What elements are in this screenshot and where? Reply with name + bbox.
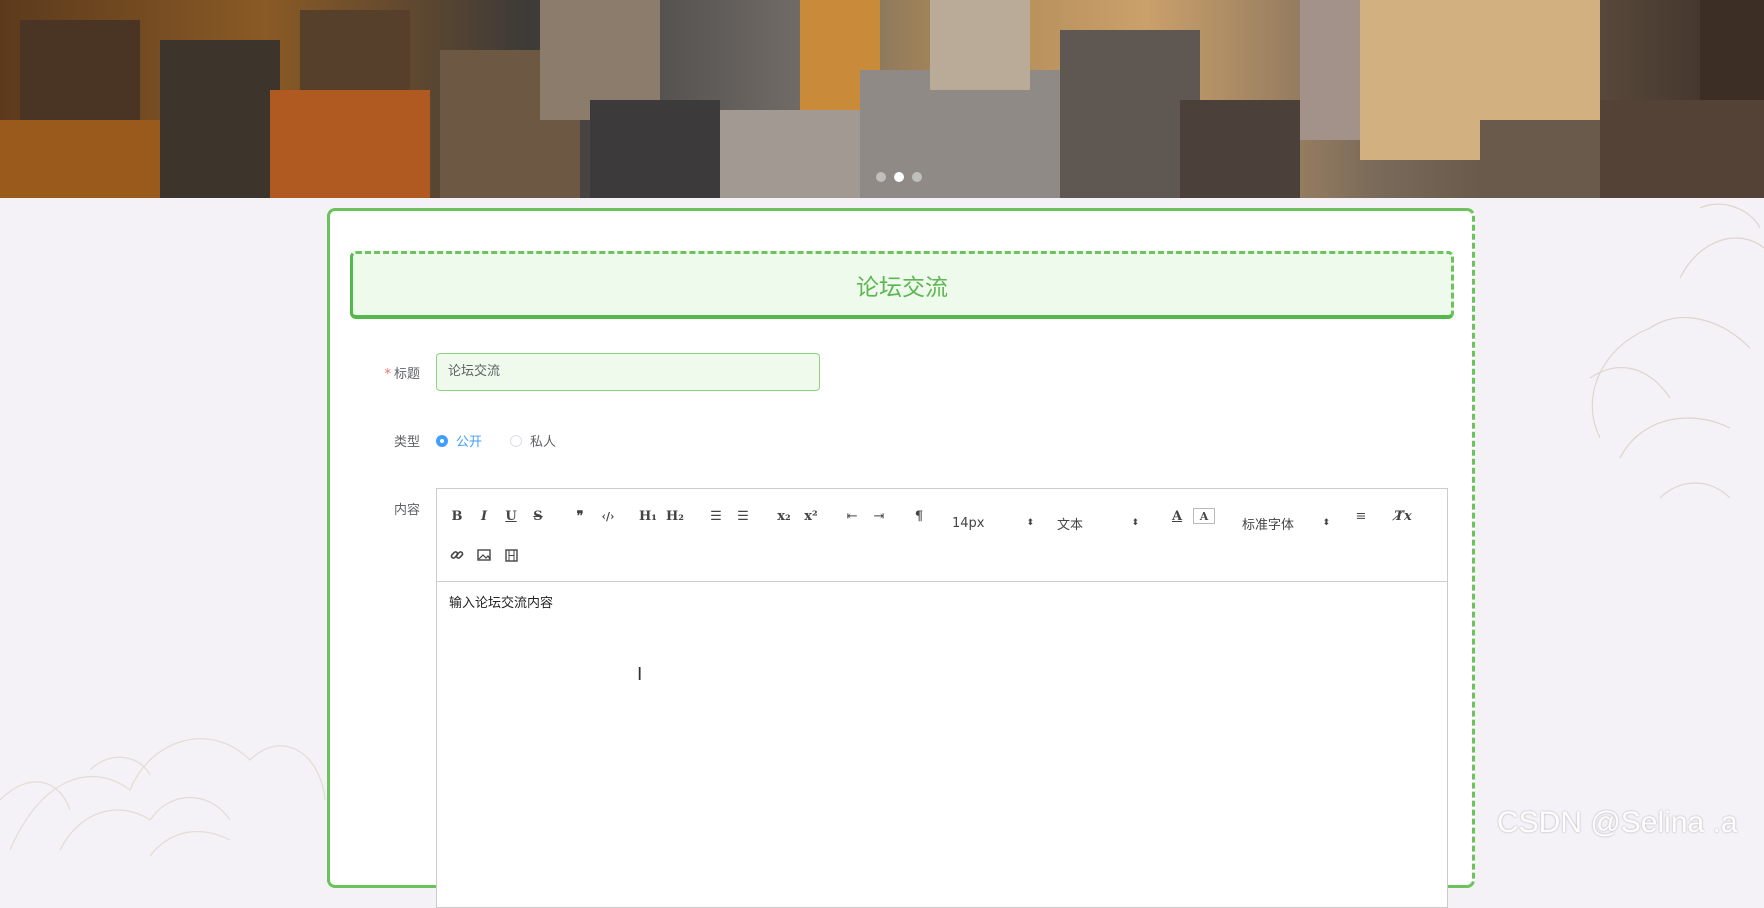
carousel-indicators bbox=[876, 172, 922, 182]
radio-public[interactable]: 公开 bbox=[436, 431, 482, 450]
editor-text: 输入论坛交流内容 bbox=[449, 596, 554, 611]
font-size-value: 14px bbox=[952, 515, 985, 531]
editor-content[interactable]: 输入论坛交流内容 I bbox=[437, 582, 1447, 902]
text-direction-button[interactable]: ¶ bbox=[909, 504, 929, 528]
outdent-button[interactable]: ⇤ bbox=[842, 504, 862, 528]
underline-button[interactable]: U bbox=[501, 504, 521, 528]
header-select[interactable]: 文本 ⬍ bbox=[1057, 511, 1139, 535]
header-value: 文本 bbox=[1057, 517, 1084, 533]
link-icon[interactable] bbox=[447, 543, 467, 567]
font-family-select[interactable]: 标准字体 ⬍ bbox=[1242, 511, 1330, 535]
subscript-button[interactable]: x₂ bbox=[773, 504, 795, 528]
h1-button[interactable]: H₁ bbox=[636, 504, 660, 528]
blockquote-button[interactable]: ❞ bbox=[570, 504, 590, 528]
h2-button[interactable]: H₂ bbox=[663, 504, 687, 528]
radio-circle[interactable] bbox=[510, 434, 523, 447]
clean-format-button[interactable]: T̸x bbox=[1392, 504, 1414, 528]
superscript-button[interactable]: x² bbox=[800, 504, 822, 528]
carousel-dot-active[interactable] bbox=[894, 172, 904, 182]
image-icon[interactable] bbox=[474, 543, 494, 567]
ordered-list-button[interactable]: ☰ bbox=[706, 504, 726, 528]
indent-button[interactable]: ⇥ bbox=[869, 504, 889, 528]
city-skyline-image bbox=[0, 0, 1764, 198]
carousel-dot[interactable] bbox=[912, 172, 922, 182]
font-size-select[interactable]: 14px ⬍ bbox=[952, 511, 1034, 535]
select-arrow-icon: ⬍ bbox=[1026, 518, 1034, 528]
required-asterisk: * bbox=[384, 367, 391, 382]
strike-button[interactable]: S bbox=[528, 504, 548, 528]
type-label: 类型 bbox=[393, 435, 420, 450]
flower-decoration-right bbox=[1589, 203, 1764, 499]
rich-text-editor: B I U S ❞ ‹/› H₁ H₂ ☰ ☰ x₂ x² ⇤ ⇥ ¶ 14px… bbox=[436, 488, 1448, 908]
radio-private[interactable]: 私人 bbox=[510, 431, 556, 450]
watermark: CSDN @Selina .a bbox=[1497, 806, 1738, 839]
bold-button[interactable]: B bbox=[447, 504, 467, 528]
bullet-list-button[interactable]: ☰ bbox=[733, 504, 753, 528]
title-label: * 标题 bbox=[360, 363, 420, 382]
content-label: 内容 bbox=[393, 503, 420, 518]
carousel-dot[interactable] bbox=[876, 172, 886, 182]
forum-form-card: 论坛交流 * 标题 论坛交流 类型 公开 私人 内容 B I U S ❞ ‹/› … bbox=[327, 208, 1475, 908]
text-cursor-icon: I bbox=[637, 664, 643, 685]
code-block-button[interactable]: ‹/› bbox=[595, 504, 621, 528]
radio-public-label: 公开 bbox=[456, 435, 483, 450]
select-arrow-icon: ⬍ bbox=[1322, 518, 1330, 528]
align-button[interactable]: ≡ bbox=[1351, 504, 1371, 528]
radio-circle[interactable] bbox=[436, 434, 448, 447]
title-label-text: 标题 bbox=[393, 367, 420, 382]
background-color-icon[interactable]: A bbox=[1193, 508, 1215, 524]
radio-private-label: 私人 bbox=[530, 435, 557, 450]
italic-button[interactable]: I bbox=[474, 504, 494, 528]
font-color-icon[interactable]: A bbox=[1167, 504, 1187, 528]
flower-decoration-left bbox=[0, 738, 326, 856]
type-radio-group: 公开 私人 bbox=[436, 431, 556, 450]
select-arrow-icon: ⬍ bbox=[1131, 518, 1139, 528]
video-icon[interactable] bbox=[501, 543, 521, 567]
title-input[interactable]: 论坛交流 bbox=[436, 353, 820, 391]
editor-toolbar: B I U S ❞ ‹/› H₁ H₂ ☰ ☰ x₂ x² ⇤ ⇥ ¶ 14px… bbox=[437, 489, 1447, 582]
form-title: 论坛交流 bbox=[350, 251, 1454, 319]
banner-carousel[interactable] bbox=[0, 0, 1764, 198]
font-family-value: 标准字体 bbox=[1242, 517, 1295, 533]
